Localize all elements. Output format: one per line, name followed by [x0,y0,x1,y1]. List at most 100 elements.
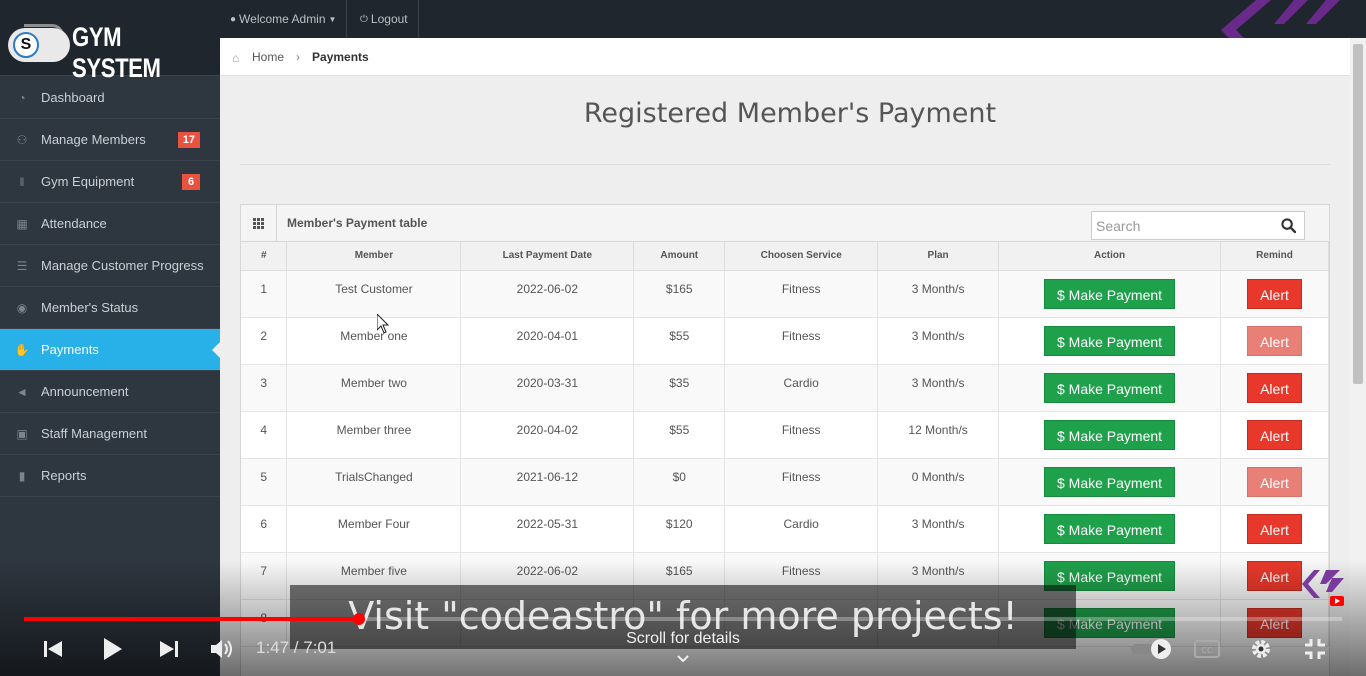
column-header[interactable]: Member [286,242,462,271]
welcome-admin-label: Welcome Admin [239,12,326,26]
cell-plan: 3 Month/s [877,270,1000,318]
cell-service: Fitness [724,411,879,459]
cell-amount: $55 [633,411,726,459]
alert-button[interactable]: Alert [1247,278,1302,309]
volume-icon [211,640,232,658]
table-row: 6 Member Four 2022-05-31 $120 Cardio 3 Month/… [241,505,1329,553]
cell-action: $ Make Payment [998,270,1221,318]
skip-previous-icon [44,641,62,657]
cell-num: 6 [241,505,288,553]
sidebar-item-payments[interactable]: ✋ Payments [0,329,220,371]
welcome-admin-menu[interactable]: ● Welcome Admin ▼ [220,0,348,38]
scrollbar-thumb[interactable] [1353,44,1363,384]
brand-header: GYM SYSTEM S [0,0,220,83]
play-button[interactable] [98,636,126,662]
alert-button[interactable]: Alert [1247,325,1302,356]
alert-button[interactable]: Alert [1247,466,1302,497]
cell-amount: $0 [633,458,726,506]
sidebar-item-gym-equipment[interactable]: ‖ Gym Equipment 6 [0,161,220,203]
make-payment-button[interactable]: $ Make Payment [1044,278,1176,309]
alert-button[interactable]: Alert [1247,372,1302,403]
play-icon [104,638,122,660]
sidebar-item-staff-management[interactable]: ▣ Staff Management [0,413,220,455]
channel-watermark-icon[interactable] [1300,566,1346,610]
closed-captions-icon: CC [1194,640,1220,658]
exit-fullscreen-button[interactable] [1300,636,1330,662]
sidebar-item-dashboard[interactable]: ◔ Dashboard [0,77,220,119]
column-header[interactable]: Last Payment Date [460,242,635,271]
search-input[interactable] [1092,212,1272,239]
settings-button[interactable] [1246,636,1276,662]
cell-amount: $165 [633,270,726,318]
video-scrubber-handle[interactable] [352,613,365,625]
autoplay-toggle[interactable] [1128,636,1176,662]
cell-date: 2020-04-02 [460,411,635,459]
extension-badge[interactable]: S [8,28,70,62]
column-header[interactable]: Amount [633,242,726,271]
cell-member: Member three [286,411,462,459]
gear-icon [1252,640,1270,658]
cell-member: TrialsChanged [286,458,462,506]
cell-service: Fitness [724,458,879,506]
alert-button[interactable]: Alert [1247,419,1302,450]
video-progress-fill [24,617,359,621]
previous-video-button[interactable] [40,636,66,662]
sidebar-item-label: Manage Customer Progress [41,258,204,273]
make-payment-button[interactable]: $ Make Payment [1044,419,1176,450]
breadcrumb: ⌂ Home › Payments [220,38,1350,76]
cell-member: Member two [286,364,462,412]
cell-remind: Alert [1220,364,1329,412]
sidebar-item-reports[interactable]: ▮ Reports [0,455,220,497]
cell-action: $ Make Payment [998,505,1221,553]
count-badge: 17 [177,131,200,148]
sidebar-item-label: Gym Equipment [41,174,135,189]
next-video-button[interactable] [156,636,182,662]
breadcrumb-home[interactable]: Home [252,50,284,64]
alert-button[interactable]: Alert [1247,513,1302,544]
sidebar-item-label: Staff Management [41,426,147,441]
briefcase-icon: ▣ [16,426,28,441]
column-header[interactable]: Remind [1220,242,1329,271]
logout-button[interactable]: ⏻ Logout [350,0,419,38]
cell-member: Member Four [286,505,462,553]
cell-plan: 3 Month/s [877,317,1000,365]
scroll-for-details[interactable]: Scroll for details [580,630,786,648]
cell-remind: Alert [1220,270,1329,318]
sidebar-item-attendance[interactable]: ▦ Attendance [0,203,220,245]
make-payment-button[interactable]: $ Make Payment [1044,325,1176,356]
cell-date: 2020-03-31 [460,364,635,412]
logout-label: Logout [370,12,408,26]
table-row: 4 Member three 2020-04-02 $55 Fitness 12 Mont… [241,411,1329,459]
sidebar-item-label: Member's Status [41,300,139,315]
sidebar-item-label: Manage Members [41,132,146,147]
cell-service: Cardio [724,364,879,412]
sidebar-item-announcement[interactable]: ◄ Announcement [0,371,220,413]
chevron-down-icon[interactable] [676,654,690,664]
subtitles-button[interactable]: CC [1192,636,1222,662]
make-payment-button[interactable]: $ Make Payment [1044,466,1176,497]
column-header[interactable]: Choosen Service [724,242,879,271]
sidebar-item-manage-customer-progress[interactable]: ☰ Manage Customer Progress [0,245,220,287]
sidebar-item-label: Dashboard [41,90,105,105]
column-header[interactable]: # [241,242,288,271]
exit-fullscreen-icon [1305,639,1325,659]
search-box [1091,211,1305,240]
column-header[interactable]: Plan [877,242,1000,271]
column-header[interactable]: Action [998,242,1221,271]
cell-member: Member one [286,317,462,365]
widget-title: Member's Payment table [287,216,428,230]
video-time: 1:47 / 7:01 [256,638,337,657]
dumbbell-icon: ‖ [19,174,25,189]
page-title: Registered Member's Payment [583,98,997,129]
search-icon[interactable] [1281,218,1296,233]
sidebar-item-label: Announcement [41,384,129,399]
cell-plan: 3 Month/s [877,505,1000,553]
make-payment-button[interactable]: $ Make Payment [1044,372,1176,403]
hand-money-icon: ✋ [14,342,30,357]
volume-button[interactable] [208,636,236,662]
sidebar-item-member-s-status[interactable]: ◉ Member's Status [0,287,220,329]
cell-service: Fitness [724,270,879,318]
sidebar-item-manage-members[interactable]: ⚇ Manage Members 17 [0,119,220,161]
video-progress-bar[interactable] [24,613,1342,625]
make-payment-button[interactable]: $ Make Payment [1044,513,1176,544]
